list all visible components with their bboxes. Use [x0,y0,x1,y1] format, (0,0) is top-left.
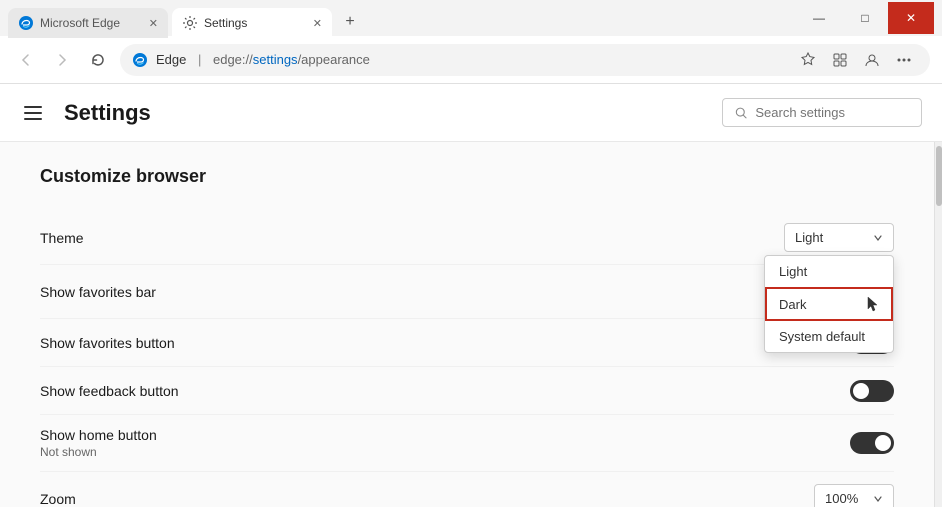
page-title: Settings [64,100,706,126]
tab-label: Settings [204,16,247,30]
zoom-control[interactable]: 100% [814,484,894,507]
hamburger-line-1 [24,106,42,108]
settings-body: Customize browser Theme Light Li [0,142,942,507]
refresh-icon [91,53,105,67]
setting-label-theme: Theme [40,230,784,246]
url-path: settings [253,52,298,67]
chevron-down-icon [873,233,883,243]
dropdown-item-system[interactable]: System default [765,321,893,352]
home-button-sublabel: Not shown [40,445,850,459]
setting-label-favorites-bar: Show favorites bar [40,284,814,300]
url-protocol: edge:// [213,52,253,67]
minimize-button[interactable]: — [796,2,842,34]
address-edge-label: Edge [156,52,186,67]
window-controls: — □ ✕ [796,2,934,34]
address-bar-actions [794,46,918,74]
more-button[interactable] [890,46,918,74]
edge-logo-address [132,52,148,68]
setting-label-zoom: Zoom [40,491,814,507]
theme-value: Light [795,230,823,245]
star-icon [800,52,816,68]
addressbar: Edge | edge://settings/appearance [0,36,942,84]
chevron-down-zoom-icon [873,494,883,504]
setting-label-favorites-button: Show favorites button [40,335,850,351]
address-separator: | [194,52,205,67]
settings-favicon [182,15,198,31]
cursor-icon [865,295,879,313]
collections-button[interactable] [826,46,854,74]
tab-close-settings[interactable]: ✕ [313,17,322,30]
tab-close-edge[interactable]: ✕ [149,17,158,30]
scrollbar-track[interactable] [934,142,942,507]
tab-settings[interactable]: Settings ✕ [172,8,332,38]
theme-control: Light Light Dark [784,223,894,252]
setting-label-home-button: Show home button Not shown [40,427,850,459]
refresh-button[interactable] [84,46,112,74]
section-title: Customize browser [40,166,894,187]
hamburger-line-2 [24,112,42,114]
dropdown-item-dark[interactable]: Dark [765,287,893,321]
dropdown-item-light[interactable]: Light [765,256,893,287]
search-icon [735,106,747,120]
zoom-value: 100% [825,491,858,506]
new-tab-button[interactable]: + [336,8,364,36]
back-icon [19,53,33,67]
feedback-button-toggle[interactable] [850,380,894,402]
settings-content: Customize browser Theme Light Li [0,142,934,507]
tab-strip: Microsoft Edge ✕ Settings ✕ + [8,0,792,36]
home-button-label: Show home button [40,427,850,443]
edge-favicon [18,15,34,31]
forward-button[interactable] [48,46,76,74]
search-settings-field[interactable] [722,98,922,127]
setting-row-zoom: Zoom 100% [40,472,894,507]
tab-label: Microsoft Edge [40,16,120,30]
settings-header: Settings [0,84,942,142]
home-button-toggle[interactable] [850,432,894,454]
favorites-button-addr[interactable] [794,46,822,74]
titlebar: Microsoft Edge ✕ Settings ✕ + — □ ✕ [0,0,942,36]
hamburger-line-3 [24,118,42,120]
theme-dropdown-button[interactable]: Light [784,223,894,252]
setting-label-feedback-button: Show feedback button [40,383,850,399]
dark-label: Dark [779,297,806,312]
scrollbar-thumb[interactable] [936,146,942,206]
address-field[interactable]: Edge | edge://settings/appearance [120,44,930,76]
more-icon [896,52,912,68]
setting-row-theme: Theme Light Light Dark [40,211,894,265]
collections-icon [832,52,848,68]
maximize-button[interactable]: □ [842,2,888,34]
setting-row-feedback-button: Show feedback button [40,367,894,415]
forward-icon [55,53,69,67]
theme-dropdown-menu: Light Dark System default [764,255,894,353]
settings-wrapper: Settings Customize browser Theme Light [0,84,942,507]
back-button[interactable] [12,46,40,74]
tab-microsoft-edge[interactable]: Microsoft Edge ✕ [8,8,168,38]
hamburger-button[interactable] [20,99,48,127]
url-suffix: /appearance [298,52,370,67]
setting-row-home-button: Show home button Not shown [40,415,894,472]
search-input[interactable] [755,105,909,120]
address-url: edge://settings/appearance [213,52,370,67]
profile-button[interactable] [858,46,886,74]
profile-icon [864,52,880,68]
close-button[interactable]: ✕ [888,2,934,34]
